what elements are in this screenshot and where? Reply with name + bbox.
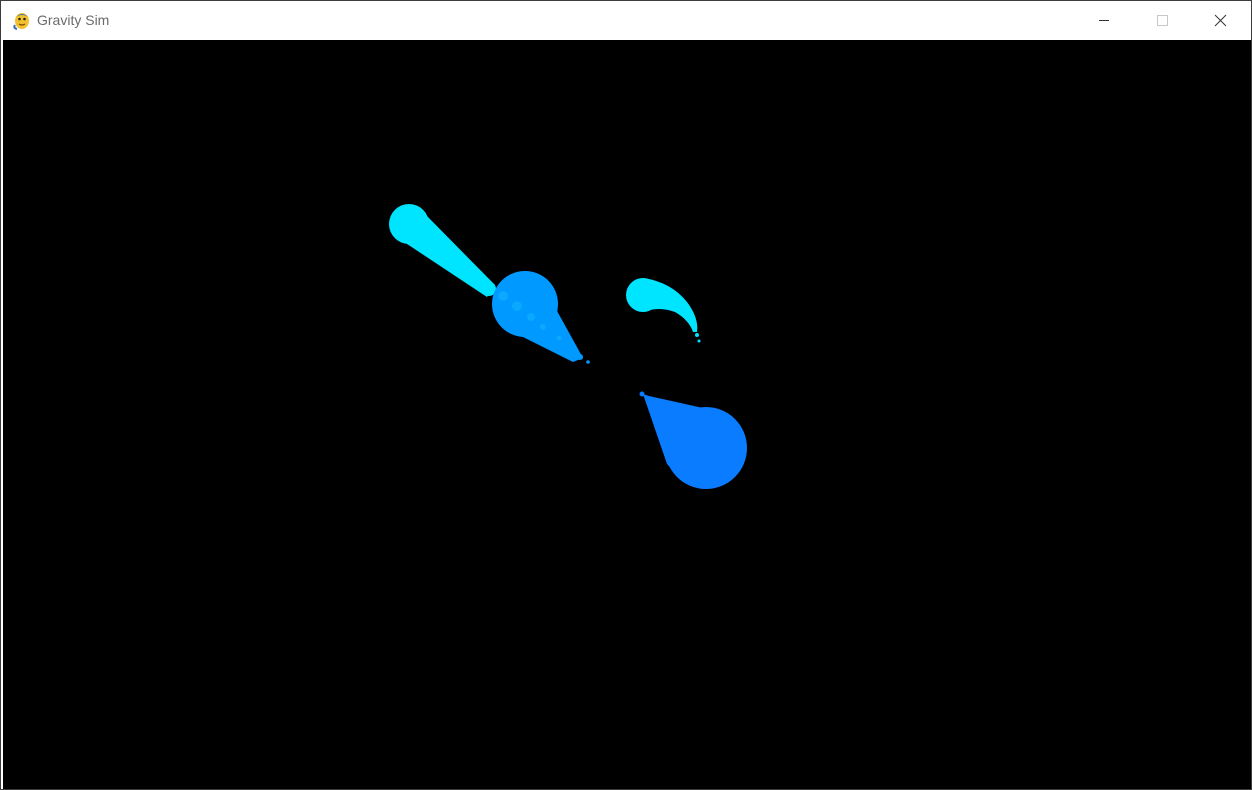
trail-dot: [639, 391, 645, 397]
trail-dot: [527, 313, 535, 321]
body-cyan-small: [626, 278, 701, 343]
window-title: Gravity Sim: [37, 12, 110, 28]
trail-dot: [586, 360, 590, 364]
trail-dot: [452, 259, 470, 277]
trail-dot: [432, 243, 454, 265]
minimize-button[interactable]: [1075, 1, 1133, 39]
body-sky: [492, 271, 590, 364]
body-cyan-small-tail: [643, 278, 698, 332]
body-cyan-large: [389, 204, 496, 297]
simulation-layer: [389, 204, 747, 489]
trail-dot: [512, 301, 522, 311]
simulation-canvas[interactable]: [3, 40, 1251, 789]
app-window: Gravity Sim: [0, 0, 1252, 790]
python-snake-icon: [13, 13, 29, 30]
trail-dot: [556, 335, 562, 341]
maximize-button[interactable]: [1133, 1, 1191, 39]
trail-dot: [498, 291, 508, 301]
title-bar[interactable]: Gravity Sim: [1, 1, 1251, 39]
close-button[interactable]: [1191, 1, 1249, 39]
minimize-icon: [1099, 20, 1109, 21]
trail-dot: [469, 272, 485, 288]
close-icon: [1214, 14, 1227, 27]
trail-dot: [695, 333, 699, 337]
trail-dot: [577, 354, 583, 360]
body-azure: [639, 391, 747, 489]
trail-dot: [540, 324, 546, 330]
trail-dot: [697, 339, 701, 343]
maximize-icon: [1157, 15, 1168, 26]
